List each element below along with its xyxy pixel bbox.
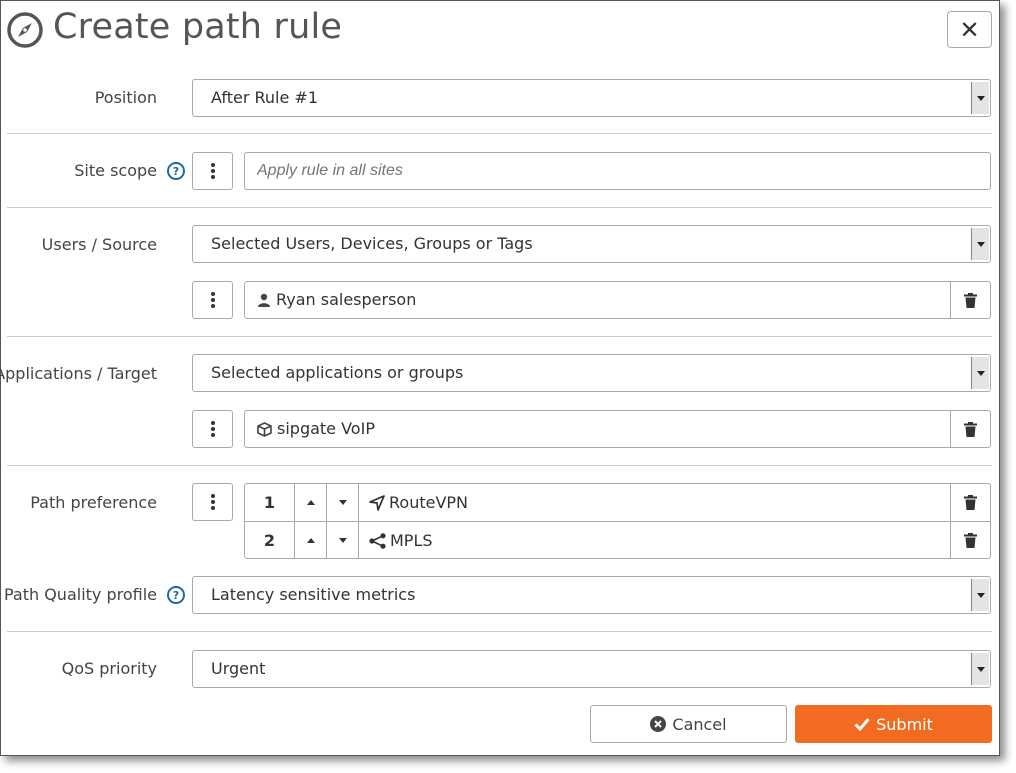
user-icon xyxy=(258,293,270,307)
divider xyxy=(7,631,992,632)
users-source-item: Ryan salesperson xyxy=(244,281,991,319)
submit-label: Submit xyxy=(876,714,933,734)
site-scope-label: Site scope xyxy=(74,160,157,182)
chevron-down-icon xyxy=(971,653,989,685)
move-down-button[interactable] xyxy=(327,484,359,521)
help-icon[interactable]: ? xyxy=(167,586,185,604)
path-name-text: RouteVPN xyxy=(389,493,469,512)
remove-path-button[interactable] xyxy=(950,484,990,521)
cancel-label: Cancel xyxy=(672,714,727,734)
help-icon[interactable]: ? xyxy=(167,162,185,180)
create-path-rule-dialog: Create path rule ✕ Position After Rule #… xyxy=(0,0,1000,756)
path-name-text: MPLS xyxy=(390,531,433,550)
move-down-button[interactable] xyxy=(327,522,359,559)
chevron-down-icon xyxy=(971,357,989,389)
close-button[interactable]: ✕ xyxy=(947,11,992,48)
path-quality-label: Path Quality profile xyxy=(3,585,157,604)
qos-priority-value: Urgent xyxy=(211,659,266,678)
caret-down-icon xyxy=(338,500,347,505)
trash-icon xyxy=(964,292,977,308)
path-order: 2 xyxy=(245,522,295,559)
divider xyxy=(7,336,992,337)
cube-icon xyxy=(257,421,272,437)
divider xyxy=(7,465,992,466)
path-quality-select[interactable]: Latency sensitive metrics xyxy=(192,576,991,614)
move-up-button[interactable] xyxy=(295,484,327,521)
dialog-title: Create path rule xyxy=(53,7,343,47)
submit-button[interactable]: Submit xyxy=(795,705,992,743)
kebab-icon xyxy=(210,494,215,498)
remove-application-button[interactable] xyxy=(950,411,990,447)
remove-user-button[interactable] xyxy=(950,282,990,318)
path-preference-list: 1 RouteVPN 2 MPLS xyxy=(244,483,991,559)
users-source-menu-button[interactable] xyxy=(192,281,233,319)
chevron-down-icon xyxy=(971,579,989,611)
site-scope-menu-button[interactable] xyxy=(192,152,233,190)
path-order: 1 xyxy=(245,484,295,521)
times-circle-icon xyxy=(650,716,667,732)
path-row: 2 MPLS xyxy=(245,521,990,559)
path-quality-value: Latency sensitive metrics xyxy=(211,585,416,604)
kebab-icon xyxy=(210,292,215,296)
close-icon: ✕ xyxy=(959,15,980,44)
trash-icon xyxy=(964,533,977,548)
application-item-label: sipgate VoIP xyxy=(277,419,375,438)
compass-icon xyxy=(7,12,43,48)
share-icon xyxy=(369,532,386,549)
applications-target-menu-button[interactable] xyxy=(192,410,233,448)
path-preference-label: Path preference xyxy=(30,493,157,512)
applications-target-value: Selected applications or groups xyxy=(211,363,464,382)
kebab-icon xyxy=(210,421,215,425)
applications-target-item: sipgate VoIP xyxy=(244,410,991,448)
divider xyxy=(7,207,992,208)
caret-down-icon xyxy=(338,538,347,543)
kebab-icon xyxy=(210,163,215,167)
users-source-value: Selected Users, Devices, Groups or Tags xyxy=(211,234,533,253)
path-name: MPLS xyxy=(369,522,433,559)
users-source-select[interactable]: Selected Users, Devices, Groups or Tags xyxy=(192,225,991,263)
caret-up-icon xyxy=(306,500,315,505)
site-scope-label-text: Site scope xyxy=(74,161,157,180)
path-preference-menu-button[interactable] xyxy=(192,483,233,521)
position-value: After Rule #1 xyxy=(211,88,319,107)
position-select[interactable]: After Rule #1 xyxy=(192,79,991,117)
trash-icon xyxy=(964,421,977,437)
path-row: 1 RouteVPN xyxy=(245,484,990,521)
user-item-label: Ryan salesperson xyxy=(276,290,417,309)
chevron-down-icon xyxy=(971,228,989,260)
cancel-button[interactable]: Cancel xyxy=(590,705,787,743)
applications-target-label: Applications / Target xyxy=(0,364,157,383)
path-name: RouteVPN xyxy=(369,484,468,521)
qos-priority-select[interactable]: Urgent xyxy=(192,650,991,688)
qos-priority-label: QoS priority xyxy=(61,659,157,678)
divider xyxy=(7,133,992,134)
applications-target-select[interactable]: Selected applications or groups xyxy=(192,354,991,392)
dialog-header: Create path rule ✕ xyxy=(1,1,999,61)
caret-up-icon xyxy=(306,538,315,543)
position-label: Position xyxy=(94,88,157,107)
remove-path-button[interactable] xyxy=(950,522,990,559)
site-scope-input[interactable] xyxy=(244,152,991,190)
trash-icon xyxy=(964,495,977,510)
users-source-label: Users / Source xyxy=(41,235,157,254)
chevron-down-icon xyxy=(971,82,989,114)
location-arrow-icon xyxy=(369,494,385,511)
move-up-button[interactable] xyxy=(295,522,327,559)
check-icon xyxy=(854,718,870,731)
